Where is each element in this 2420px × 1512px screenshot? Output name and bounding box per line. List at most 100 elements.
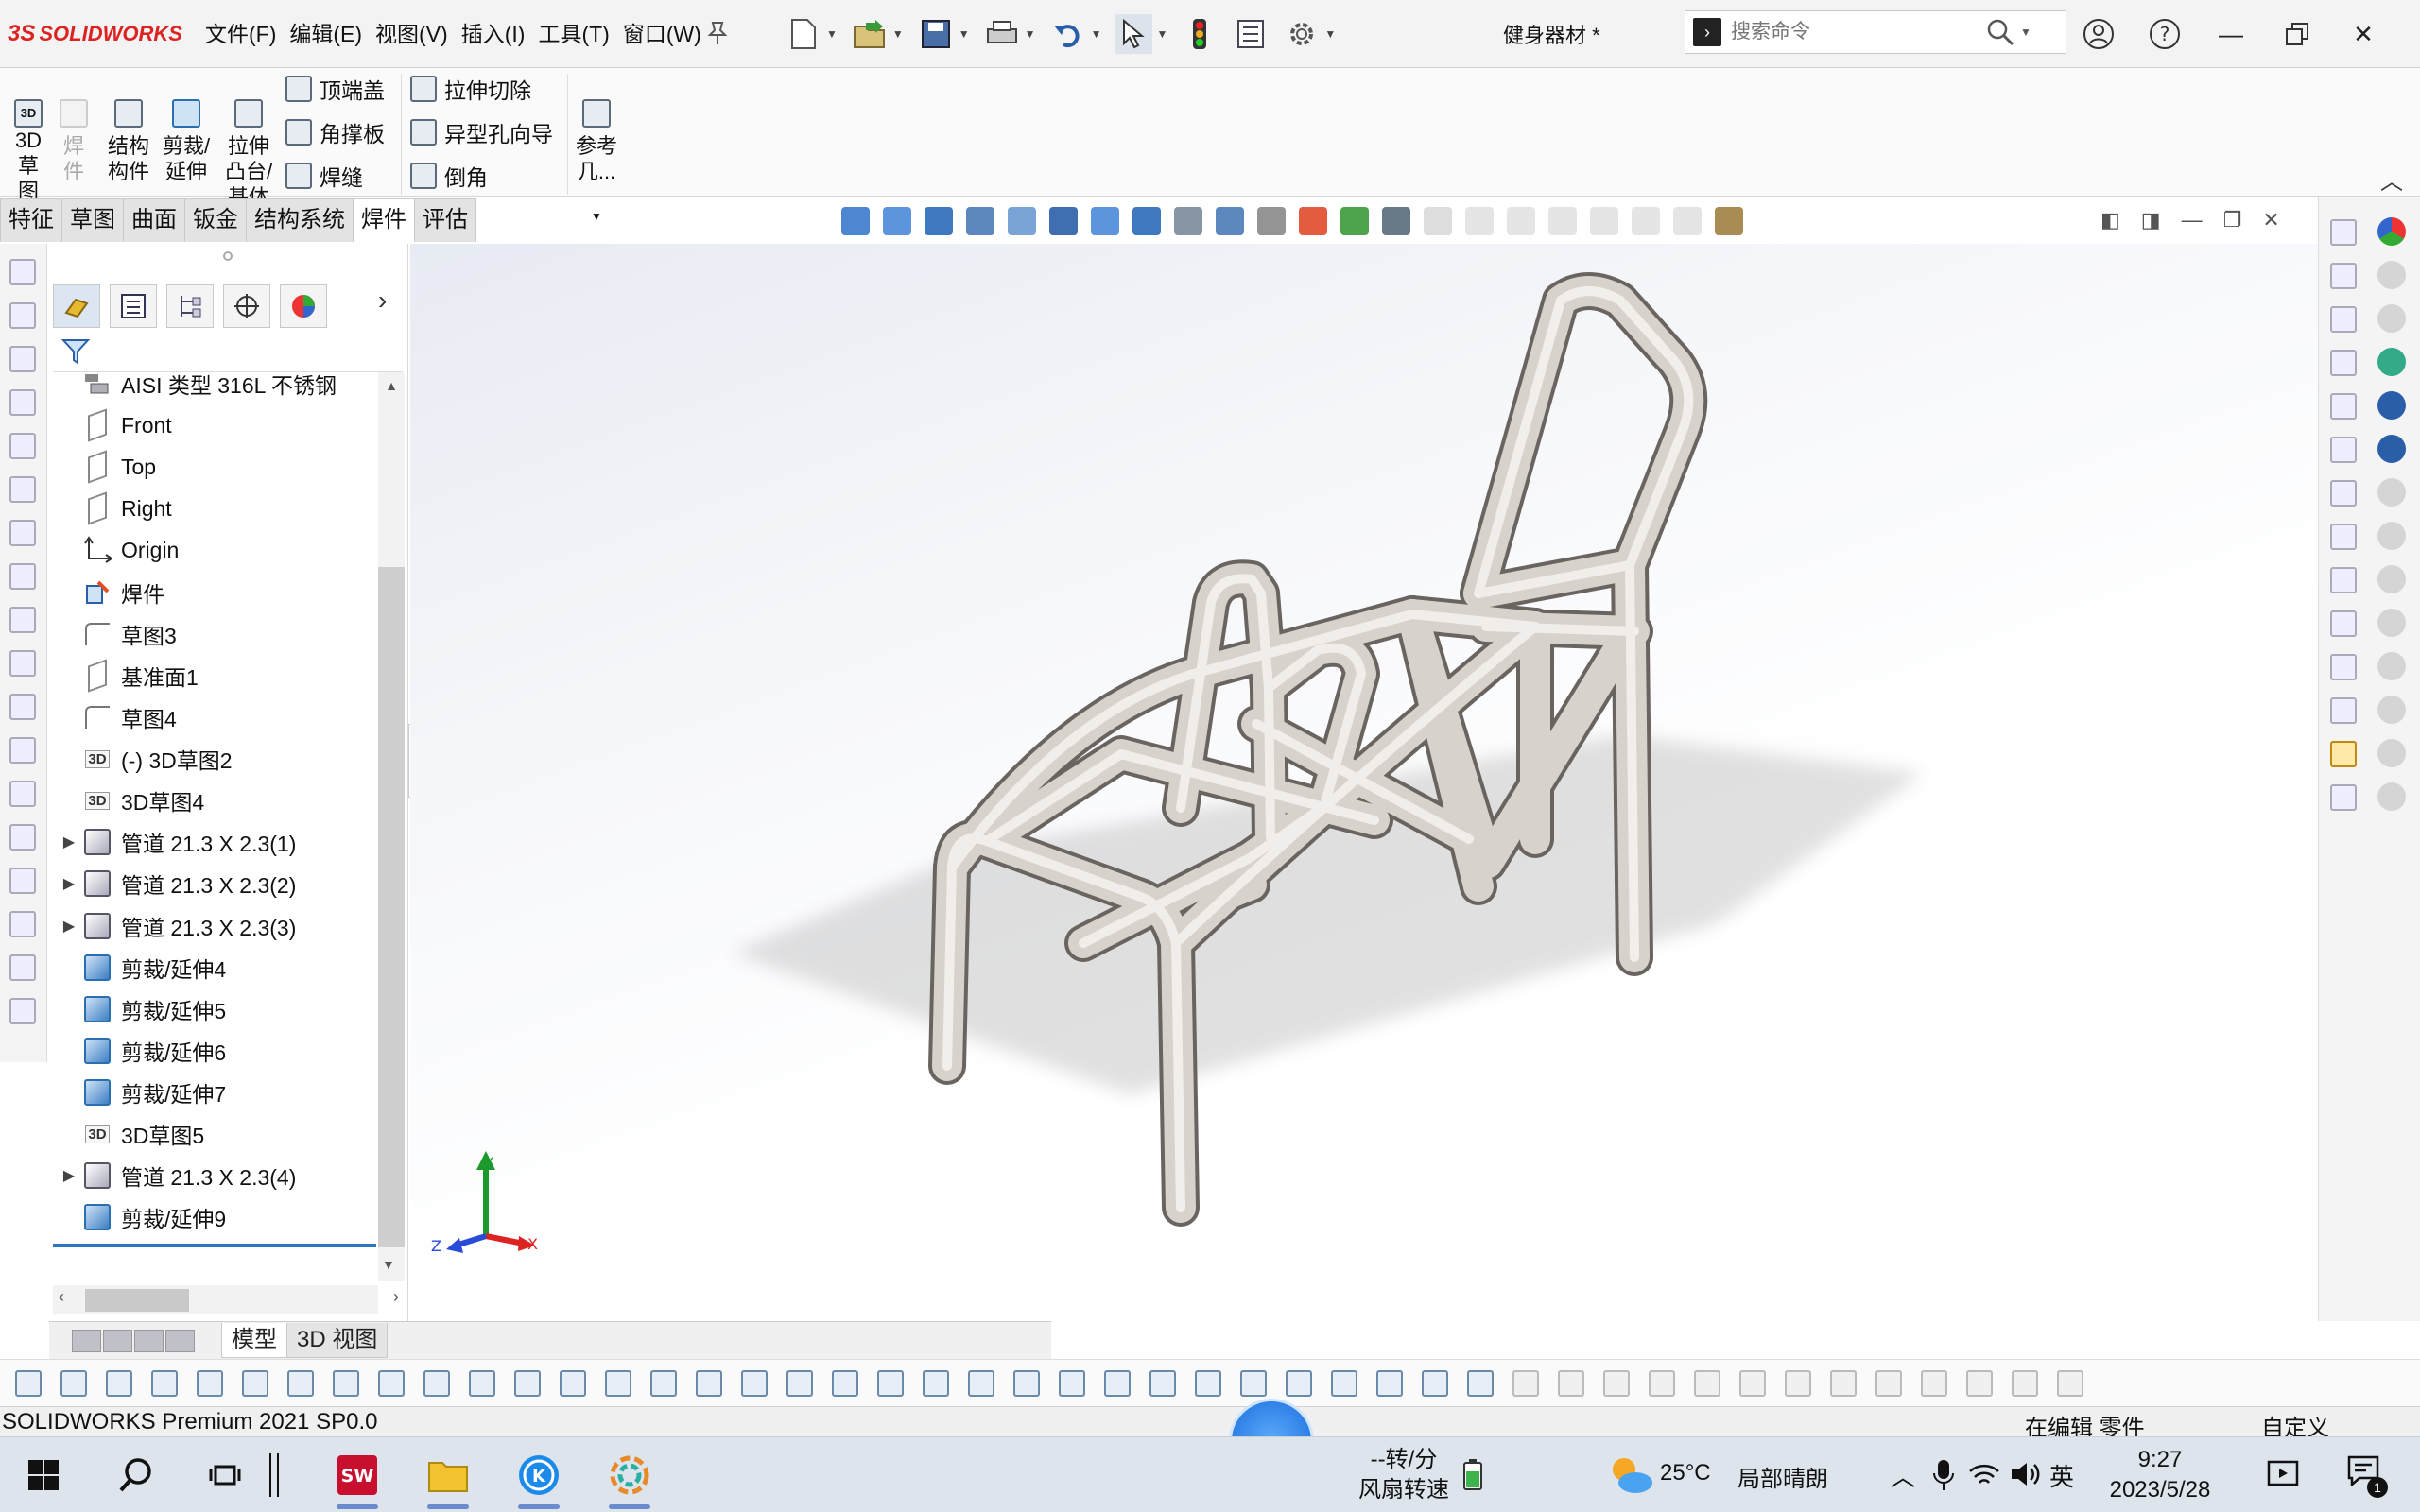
- tab-model[interactable]: 模型: [221, 1323, 287, 1358]
- tree-item[interactable]: ▶ 管道 21.3 X 2.3(1): [57, 821, 378, 863]
- task-pane-icon[interactable]: [2377, 435, 2406, 463]
- graphics-area[interactable]: Y X Z: [410, 244, 2320, 1321]
- selection-filter-icon[interactable]: [2012, 1369, 2038, 1397]
- selection-filter-icon[interactable]: [1013, 1369, 1040, 1397]
- task-pane-icon[interactable]: [2377, 478, 2406, 507]
- selection-filter-icon[interactable]: [605, 1369, 631, 1397]
- tree-item[interactable]: Top: [57, 446, 378, 488]
- pin-menu-icon[interactable]: [707, 21, 728, 45]
- realview-icon[interactable]: [1340, 207, 1369, 235]
- selection-filter-icon[interactable]: [1150, 1369, 1176, 1397]
- selection-filter-icon[interactable]: [378, 1369, 405, 1397]
- tree-item[interactable]: 3D 3D草图4: [57, 780, 378, 821]
- save-button[interactable]: [917, 14, 955, 54]
- expand-arrow-icon[interactable]: ▶: [57, 833, 81, 851]
- sketch-tool-icon[interactable]: [9, 302, 36, 329]
- sketch-relation-icon[interactable]: [2330, 350, 2357, 376]
- sketch-relation-icon[interactable]: [2330, 697, 2357, 724]
- chevron-down-icon[interactable]: ▼: [1025, 27, 1036, 41]
- selection-filter-icon[interactable]: [106, 1369, 132, 1397]
- chevron-down-icon[interactable]: ▼: [1156, 27, 1167, 41]
- ime-language-indicator[interactable]: 英: [2049, 1458, 2074, 1493]
- selection-filter-icon[interactable]: [877, 1369, 904, 1397]
- tree-item[interactable]: 剪裁/延伸7: [57, 1072, 378, 1113]
- speaker-volume-icon[interactable]: [2010, 1460, 2042, 1488]
- disabled-tool-icon[interactable]: [1548, 207, 1577, 235]
- reference-geometry-button[interactable]: 参考 几... ▼: [573, 72, 620, 249]
- selection-filter-icon[interactable]: [1830, 1369, 1857, 1397]
- menu-file[interactable]: 文件(F): [199, 0, 283, 68]
- zoom-to-area-icon[interactable]: [925, 207, 953, 235]
- kugou-app-icon[interactable]: K: [510, 1447, 567, 1509]
- fan-speed-widget[interactable]: --转/分 风扇转速: [1342, 1445, 1465, 1505]
- selection-filter-icon[interactable]: [15, 1369, 42, 1397]
- weldment-button[interactable]: 焊 件: [55, 72, 93, 210]
- rollback-bar[interactable]: [53, 1244, 376, 1247]
- selection-filter-icon[interactable]: [696, 1369, 722, 1397]
- scroll-down-icon[interactable]: ▼: [382, 1257, 395, 1272]
- tab-3[interactable]: 钣金: [184, 198, 247, 242]
- expand-arrow-icon[interactable]: ▶: [57, 1166, 81, 1185]
- selection-filter-icon[interactable]: [424, 1369, 450, 1397]
- selection-filter-icon[interactable]: [242, 1369, 268, 1397]
- selection-filter-icon[interactable]: [650, 1369, 677, 1397]
- edit-appearance-icon[interactable]: [1216, 207, 1244, 235]
- task-pane-icon[interactable]: [2377, 217, 2406, 246]
- disabled-tool-icon[interactable]: [1632, 207, 1660, 235]
- undo-button[interactable]: [1049, 14, 1087, 54]
- tab-2[interactable]: 曲面: [123, 198, 185, 242]
- selection-filter-icon[interactable]: [1376, 1369, 1403, 1397]
- tree-item[interactable]: 草图4: [57, 696, 378, 738]
- dynamic-annotation-icon[interactable]: [1049, 207, 1078, 235]
- tree-item[interactable]: Origin: [57, 529, 378, 571]
- rebuild-traffic-light-icon[interactable]: [1181, 14, 1219, 54]
- tree-item[interactable]: Right: [57, 488, 378, 529]
- scroll-up-icon[interactable]: ▲: [378, 378, 405, 393]
- solidworks-logo[interactable]: 3S SOLIDWORKS: [8, 17, 182, 51]
- chevron-right-icon[interactable]: ›: [378, 285, 387, 316]
- selection-filter-icon[interactable]: [741, 1369, 768, 1397]
- feature-tree-tab[interactable]: [53, 284, 100, 328]
- menu-edit[interactable]: 编辑(E): [283, 0, 369, 68]
- colorful-app-icon[interactable]: [601, 1447, 658, 1509]
- show-hidden-icons-chevron-up-icon[interactable]: ︿: [1891, 1458, 1915, 1493]
- options-gear-icon[interactable]: [1283, 14, 1321, 54]
- trim-extend-button[interactable]: 剪裁/ 延伸: [157, 72, 216, 210]
- monitor-icon[interactable]: [1382, 207, 1410, 235]
- file-properties-button[interactable]: [1232, 14, 1270, 54]
- weather-partly-sunny-icon[interactable]: [1605, 1452, 1654, 1496]
- sketch-tool-icon[interactable]: [9, 346, 36, 372]
- sketch-relation-icon[interactable]: [2330, 219, 2357, 246]
- panel-handle-icon[interactable]: [223, 251, 233, 261]
- sketch-tool-icon[interactable]: [9, 650, 36, 677]
- sketch-relation-icon[interactable]: [2330, 263, 2357, 289]
- selection-filter-icon[interactable]: [1512, 1369, 1539, 1397]
- selection-filter-icon[interactable]: [1558, 1369, 1584, 1397]
- viewport-minimize-icon[interactable]: —: [2182, 208, 2203, 232]
- notification-center-icon[interactable]: 1: [2346, 1454, 2390, 1498]
- open-button[interactable]: [851, 14, 889, 54]
- print-button[interactable]: [983, 14, 1021, 54]
- selection-filter-icon[interactable]: [1921, 1369, 1947, 1397]
- task-pane-icon[interactable]: [2377, 261, 2406, 289]
- selection-filter-icon[interactable]: [1422, 1369, 1448, 1397]
- tile-left-icon[interactable]: ◧: [2100, 208, 2120, 232]
- collapse-ribbon-icon[interactable]: ︿: [2380, 163, 2403, 196]
- weld-bead-button[interactable]: 焊缝: [285, 157, 363, 195]
- dimxpert-manager-tab[interactable]: [223, 284, 270, 328]
- chevron-down-icon[interactable]: ▼: [2020, 26, 2031, 39]
- sketch-relation-icon[interactable]: [2330, 393, 2357, 420]
- selection-filter-icon[interactable]: [60, 1369, 87, 1397]
- tree-item[interactable]: AISI 类型 316L 不锈钢: [57, 363, 378, 404]
- fitness-bench-3d-model[interactable]: Y X Z: [410, 244, 2320, 1321]
- disabled-tool-icon[interactable]: [1424, 207, 1452, 235]
- close-icon[interactable]: ✕: [2344, 15, 2382, 53]
- tree-item[interactable]: 焊件: [57, 572, 378, 613]
- selection-filter-icon[interactable]: [1966, 1369, 1993, 1397]
- disabled-tool-icon[interactable]: [1507, 207, 1535, 235]
- selection-filter-icon[interactable]: [151, 1369, 178, 1397]
- expand-arrow-icon[interactable]: ▶: [57, 874, 81, 893]
- selection-filter-icon[interactable]: [1104, 1369, 1131, 1397]
- sketch-tool-icon[interactable]: [9, 563, 36, 590]
- chevron-down-icon[interactable]: ▼: [1091, 27, 1102, 41]
